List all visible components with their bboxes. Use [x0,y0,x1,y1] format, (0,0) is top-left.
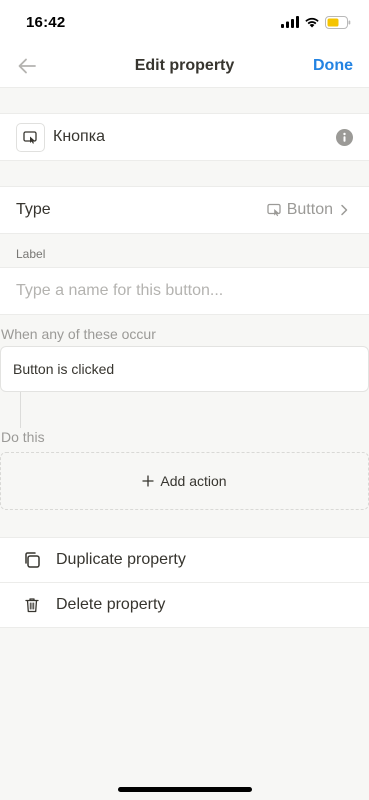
property-name-section: Кнопка [0,113,369,161]
label-heading: Label [16,247,46,261]
cellular-signal-icon [281,16,299,28]
button-property-icon[interactable] [16,122,45,152]
add-action-button[interactable]: Add action [0,452,369,510]
do-this-heading: Do this [1,429,45,445]
trash-icon [22,597,42,613]
done-button[interactable]: Done [313,57,353,75]
type-row[interactable]: Type Button [0,187,369,233]
delete-property-button[interactable]: Delete property [0,583,369,628]
battery-icon [325,15,351,29]
nav-bar: Edit property Done [0,44,369,88]
label-input-section [0,267,369,315]
delete-property-label: Delete property [56,596,166,613]
wifi-icon [305,17,319,28]
type-label: Type [16,201,51,218]
add-action-label: Add action [160,473,227,489]
label-input-row[interactable] [0,268,369,314]
property-name[interactable]: Кнопка [53,128,336,146]
chevron-right-icon [341,204,348,216]
connector-line [20,392,21,428]
trigger-item[interactable]: Button is clicked [0,346,369,392]
type-section: Type Button [0,186,369,234]
property-actions-list: Duplicate property Delete property [0,537,369,628]
property-name-row[interactable]: Кнопка [0,114,369,160]
status-icons [281,15,351,29]
button-type-icon [267,203,281,217]
type-value-text: Button [286,201,333,218]
status-bar: 16:42 [0,0,369,44]
when-heading: When any of these occur [1,326,156,342]
duplicate-property-button[interactable]: Duplicate property [0,538,369,583]
plus-icon [142,475,155,487]
duplicate-property-label: Duplicate property [56,551,186,568]
duplicate-icon [22,551,42,569]
type-value[interactable]: Button [267,201,351,219]
back-arrow-icon[interactable] [18,54,42,78]
info-icon[interactable] [336,128,353,146]
button-label-input[interactable] [16,282,353,300]
status-time: 16:42 [26,13,66,31]
home-indicator [117,787,252,792]
